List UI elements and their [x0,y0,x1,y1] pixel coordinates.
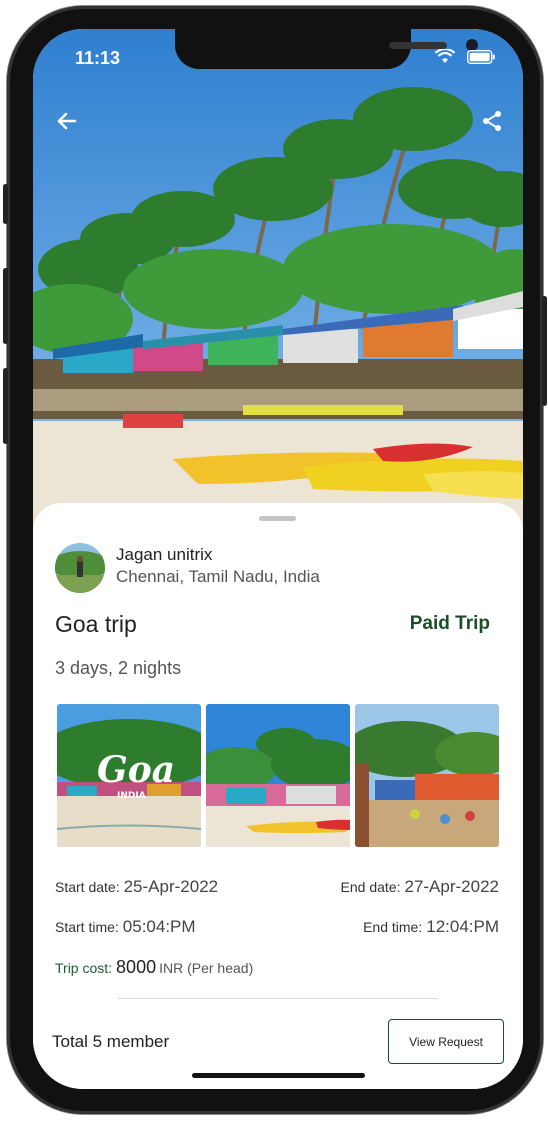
mute-switch [3,184,8,224]
volume-up-button [3,268,8,344]
trip-cost-row: Trip cost: 8000 INR (Per head) [55,957,253,978]
trip-cost-unit: INR (Per head) [159,960,254,976]
volume-down-button [3,368,8,444]
start-date-row: Start date: 25-Apr-2022 [55,877,218,897]
end-date-value: 27-Apr-2022 [404,877,499,896]
trip-cost-label: Trip cost: [55,960,113,976]
avatar[interactable] [55,543,105,593]
drag-handle[interactable] [259,516,296,521]
gallery-subcaption: INDIA [117,791,146,801]
start-time-row: Start time: 05:04:PM [55,917,196,937]
back-button[interactable] [51,107,83,139]
start-time-label: Start time: [55,919,119,935]
end-time-value: 12:04:PM [426,917,499,936]
screen: 11:13 Jagan unitrix Chennai, Tamil Nadu,… [33,29,523,1089]
trip-duration: 3 days, 2 nights [55,658,182,678]
start-time-value: 05:04:PM [122,917,196,936]
speaker [389,42,447,49]
trip-title: Goa trip [55,611,137,637]
battery-icon [466,49,495,69]
organizer-location: Chennai, Tamil Nadu, India [116,567,320,586]
members-count: Total 5 member [52,1032,170,1051]
gallery-caption: Goa [97,749,175,791]
divider [118,998,438,999]
wifi-icon [434,47,456,69]
gallery-image-1[interactable]: Goa INDIA [57,704,201,847]
status-icons [434,47,495,69]
trip-cost-value: 8000 [116,957,157,977]
hero-image: 11:13 [33,29,523,539]
end-date-label: End date: [340,879,401,895]
trip-details-sheet: Jagan unitrix Chennai, Tamil Nadu, India… [33,503,523,1089]
share-icon [480,109,504,138]
organizer-name: Jagan unitrix [116,545,213,564]
start-date-value: 25-Apr-2022 [123,877,219,896]
notch [175,29,478,69]
trip-gallery: Goa INDIA [57,704,499,847]
gallery-image-3[interactable] [355,704,499,847]
power-button [542,296,547,406]
end-time-row: End time: 12:04:PM [363,917,499,937]
view-request-button[interactable]: View Request [388,1019,504,1064]
end-time-label: End time: [363,919,423,935]
paid-trip-badge: Paid Trip [409,613,490,634]
start-date-label: Start date: [55,879,120,895]
end-date-row: End date: 27-Apr-2022 [341,877,499,897]
status-time: 11:13 [75,48,121,68]
gallery-image-2[interactable] [206,704,350,847]
share-button[interactable] [476,107,508,139]
home-indicator[interactable] [192,1073,365,1078]
arrow-left-icon [55,109,79,138]
